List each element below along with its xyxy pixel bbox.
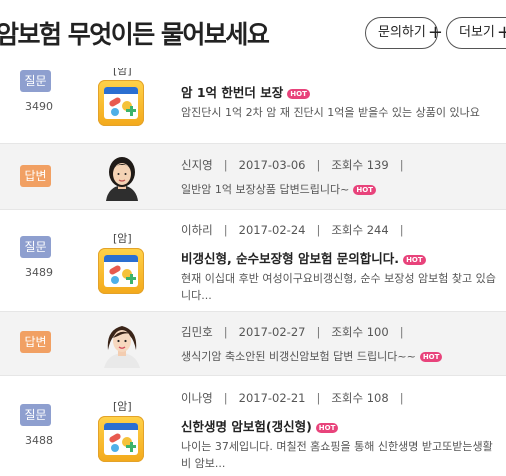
question-badge: 질문 <box>20 404 51 426</box>
answer-text[interactable]: 일반암 1억 보장상품 답변드립니다~ HOT <box>181 181 501 198</box>
answer-row[interactable]: 답변 김민호 | 2017-02-27 | 조회수 100 | 생식기암 축소안된 비갱신… <box>0 312 506 376</box>
page-header: 암보험 무엇이든 물어보세요 문의하기 + 더보기 + <box>0 0 506 68</box>
meta-separator: | <box>316 223 321 237</box>
question-number: 3488 <box>25 434 53 447</box>
meta-separator: | <box>399 325 404 339</box>
question-number: 3489 <box>25 266 53 279</box>
avatar <box>100 153 144 201</box>
question-row[interactable]: 질문 3489 [암] 이하리 | 2017-02-24 | 조회수 244 | 비갱신형… <box>0 210 506 312</box>
post-date: 2017-03-06 <box>238 158 306 172</box>
meta-separator: | <box>316 158 321 172</box>
post-date: 2017-02-24 <box>238 223 306 237</box>
answer-text[interactable]: 생식기암 축소안된 비갱신암보험 답변 드립니다~~ HOT <box>181 348 501 365</box>
question-meta: 이하리 | 2017-02-24 | 조회수 244 | <box>181 222 415 238</box>
meta-separator: | <box>316 391 321 405</box>
question-title-text[interactable]: 암 1억 한번더 보장 <box>181 85 283 100</box>
more-button[interactable]: 더보기 + <box>446 17 506 49</box>
answer-text-content[interactable]: 생식기암 축소안된 비갱신암보험 답변 드립니다~~ <box>181 350 416 363</box>
answer-badge: 답변 <box>20 331 51 353</box>
category-label: [암] <box>113 400 132 413</box>
question-badge: 질문 <box>20 70 51 92</box>
plus-icon: + <box>427 22 443 43</box>
meta-separator: | <box>399 391 404 405</box>
question-row[interactable]: 질문 3488 [암] 이나영 | 2017-02-21 | 조회수 108 | 신한생명… <box>0 376 506 476</box>
answer-meta: 신지영 | 2017-03-06 | 조회수 139 | <box>181 157 415 173</box>
question-title[interactable]: 신한생명 암보험(갱신형) HOT <box>181 416 339 435</box>
author-name: 이나영 <box>181 391 213 405</box>
question-title[interactable]: 암 1억 한번더 보장 HOT <box>181 82 310 101</box>
question-description[interactable]: 현재 이십대 후반 여성이구요비갱신형, 순수 보장성 암보험 찾고 있습니다.… <box>181 270 501 304</box>
medicine-thumbnail-icon[interactable] <box>98 80 144 126</box>
author-name: 이하리 <box>181 223 213 237</box>
question-row[interactable]: 질문 3490 [암] 암 1억 한번더 보장 HOT 암진단시 1억 2차 암 … <box>0 58 506 144</box>
view-count: 조회수 244 <box>331 223 389 237</box>
hot-badge: HOT <box>403 254 426 265</box>
medicine-thumbnail-icon[interactable] <box>98 416 144 462</box>
category-label: [암] <box>113 232 132 245</box>
answer-text-content[interactable]: 일반암 1억 보장상품 답변드립니다~ <box>181 183 349 196</box>
meta-separator: | <box>399 158 404 172</box>
view-count: 조회수 100 <box>331 325 389 339</box>
answer-row[interactable]: 답변 신지영 | 2017-03-06 | 조회수 139 | 일반암 1억 보장상품 답… <box>0 144 506 210</box>
plus-icon: + <box>496 22 506 43</box>
page-title: 암보험 무엇이든 물어보세요 <box>0 20 270 49</box>
author-name: 김민호 <box>181 325 213 339</box>
meta-separator: | <box>223 391 228 405</box>
question-title-text[interactable]: 비갱신형, 순수보장형 암보험 문의합니다. <box>181 251 399 266</box>
meta-separator: | <box>223 325 228 339</box>
meta-separator: | <box>223 223 228 237</box>
question-description[interactable]: 나이는 37세입니다. 며칠전 홈쇼핑을 통해 신한생명 받고또받는생활비 암보… <box>181 438 501 472</box>
hot-badge: HOT <box>419 352 443 362</box>
view-count: 조회수 108 <box>331 391 389 405</box>
question-badge: 질문 <box>20 236 51 258</box>
question-number: 3490 <box>25 100 53 113</box>
question-description[interactable]: 암진단시 1억 2차 암 재 진단시 1억을 받을수 있는 상품이 있나요 <box>181 104 501 121</box>
question-meta: 이나영 | 2017-02-21 | 조회수 108 | <box>181 390 415 406</box>
question-title[interactable]: 비갱신형, 순수보장형 암보험 문의합니다. HOT <box>181 248 426 267</box>
hot-badge: HOT <box>353 185 376 195</box>
medicine-thumbnail-icon[interactable] <box>98 248 144 294</box>
ask-button-label: 문의하기 <box>378 25 426 40</box>
more-button-label: 더보기 <box>459 25 495 40</box>
author-name: 신지영 <box>181 158 213 172</box>
meta-separator: | <box>399 223 404 237</box>
answer-badge: 답변 <box>20 165 51 187</box>
post-date: 2017-02-27 <box>238 325 306 339</box>
post-date: 2017-02-21 <box>238 391 306 405</box>
view-count: 조회수 139 <box>331 158 389 172</box>
avatar <box>100 320 144 368</box>
ask-button[interactable]: 문의하기 + <box>365 17 443 49</box>
meta-separator: | <box>316 325 321 339</box>
hot-badge: HOT <box>287 88 310 99</box>
answer-meta: 김민호 | 2017-02-27 | 조회수 100 | <box>181 324 415 340</box>
hot-badge: HOT <box>315 422 339 433</box>
meta-separator: | <box>223 158 228 172</box>
question-title-text[interactable]: 신한생명 암보험(갱신형) <box>181 419 312 434</box>
